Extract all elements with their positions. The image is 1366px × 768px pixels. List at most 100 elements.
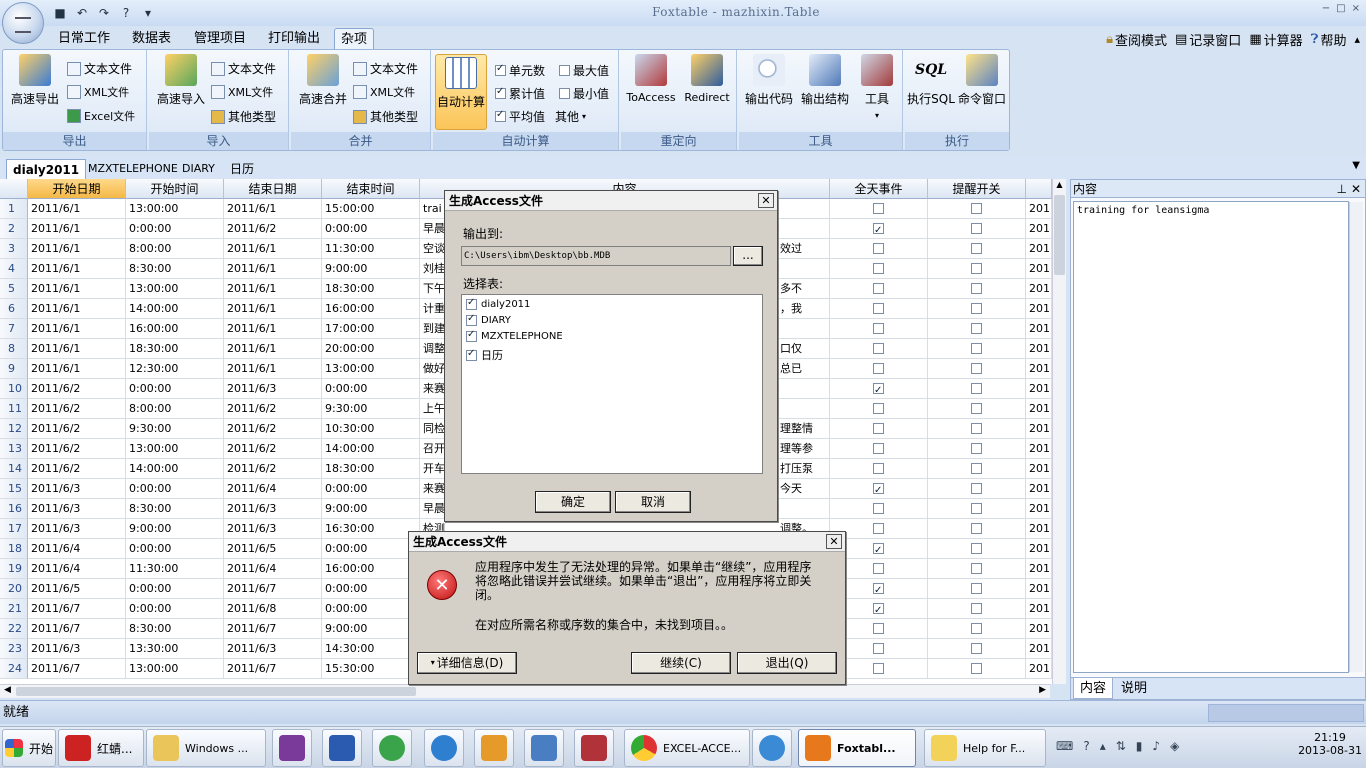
row-checkbox[interactable] [873,221,884,238]
grid-cell[interactable]: 2011/6/3 [28,479,126,499]
row-number[interactable]: 12 [0,419,28,439]
table-item-mzxtelephone[interactable]: MZXTELEPHONE [466,329,563,342]
grid-cell[interactable]: 0:00:00 [322,379,420,399]
grid-cell[interactable]: 2011/6/1 [224,279,322,299]
grid-cell[interactable]: 2011 [1026,459,1052,479]
row-checkbox[interactable] [873,523,884,534]
grid-cell[interactable]: 2011 [1026,399,1052,419]
row-checkbox[interactable] [873,243,884,254]
browse-button[interactable]: ... [733,246,763,266]
row-checkbox[interactable] [971,603,982,614]
grid-cell[interactable]: 11:30:00 [322,239,420,259]
grid-cell[interactable]: 2011 [1026,319,1052,339]
row-checkbox[interactable] [873,581,884,598]
average-checkbox[interactable] [495,109,506,122]
checkbox-cell[interactable] [928,239,1026,259]
check-min[interactable]: 最小值 [559,85,609,102]
start-button[interactable]: 开始 [2,729,56,767]
grid-cell[interactable]: 14:00:00 [322,439,420,459]
record-window-button[interactable]: ▤ 记录窗口 [1175,30,1241,49]
grid-cell[interactable]: 13:00:00 [322,359,420,379]
help-tray-icon[interactable]: ? [1083,739,1089,753]
row-checkbox[interactable] [971,563,982,574]
maximize-button[interactable]: □ [1336,3,1345,14]
taskbar-item-help[interactable]: Help for F... [924,729,1046,767]
row-number[interactable]: 23 [0,639,28,659]
close-icon[interactable]: ✕ [1351,180,1361,198]
cell-count-checkbox[interactable] [495,63,506,76]
grid-cell[interactable]: 2011 [1026,239,1052,259]
grid-cell[interactable]: 2011 [1026,359,1052,379]
grid-cell[interactable]: 2011/6/1 [224,239,322,259]
checkbox-cell[interactable] [928,459,1026,479]
row-checkbox[interactable] [971,423,982,434]
content-textbox[interactable]: training for leansigma [1073,201,1349,673]
checkbox-cell[interactable] [928,499,1026,519]
checkbox-cell[interactable] [830,499,928,519]
grid-cell[interactable]: 0:00:00 [322,219,420,239]
grid-cell[interactable]: 13:00:00 [126,199,224,219]
import-xml-button[interactable]: XML文件 [211,84,273,100]
grid-cell[interactable]: 8:00:00 [126,239,224,259]
checkbox-cell[interactable] [928,539,1026,559]
table-item-diary[interactable]: DIARY [466,313,511,326]
grid-cell[interactable]: 0:00:00 [126,579,224,599]
row-number[interactable]: 21 [0,599,28,619]
close-button[interactable]: × [1352,3,1360,14]
battery-icon[interactable]: ▮ [1136,739,1143,753]
grid-cell[interactable]: 2011 [1026,379,1052,399]
grid-cell[interactable]: 2011/6/3 [224,499,322,519]
row-checkbox[interactable] [971,543,982,554]
row-checkbox[interactable] [971,523,982,534]
col-header-end-time[interactable]: 结束时间 [322,179,420,199]
tools-dropdown-button[interactable]: 工具 ▾ [857,54,897,121]
content-scrollbar[interactable] [1349,202,1363,672]
checkbox-cell[interactable] [830,199,928,219]
row-number[interactable]: 3 [0,239,28,259]
row-checkbox[interactable] [873,541,884,558]
check-cumulative[interactable]: 累计值 [495,85,545,102]
checkbox-cell[interactable] [830,359,928,379]
grid-cell[interactable]: 18:30:00 [322,279,420,299]
grid-cell[interactable]: 2011/6/2 [224,419,322,439]
check-average[interactable]: 平均值 [495,108,545,125]
row-checkbox[interactable] [873,323,884,334]
grid-cell[interactable]: 9:00:00 [322,259,420,279]
grid-cell[interactable]: 15:30:00 [322,659,420,679]
grid-cell[interactable]: 2011/6/4 [28,539,126,559]
checkbox-cell[interactable] [928,339,1026,359]
grid-cell[interactable]: 20:00:00 [322,339,420,359]
grid-cell[interactable]: 2011/6/1 [28,219,126,239]
grid-cell[interactable]: 2011/6/3 [28,519,126,539]
sheet-tab-mzxtelephone[interactable]: MZXTELEPHONE [82,159,184,179]
grid-cell[interactable]: 0:00:00 [322,599,420,619]
grid-cell[interactable]: 0:00:00 [126,539,224,559]
checkbox-cell[interactable] [830,399,928,419]
grid-cell[interactable]: 16:00:00 [322,299,420,319]
row-checkbox[interactable] [873,663,884,674]
view-mode-button[interactable]: 🔒︎ 查阅模式 [1106,30,1167,49]
output-structure-button[interactable]: 输出结构 [799,54,851,107]
row-checkbox[interactable] [873,381,884,398]
row-number[interactable]: 19 [0,559,28,579]
checkbox-cell[interactable] [928,259,1026,279]
checkbox-cell[interactable] [830,479,928,499]
fast-import-button[interactable]: 高速导入 [155,54,207,107]
import-other-button[interactable]: 其他类型 [211,108,276,125]
grid-cell[interactable]: 2011/6/2 [28,419,126,439]
taskbar-cloud[interactable] [752,729,792,767]
grid-cell[interactable]: 8:30:00 [126,619,224,639]
taskbar-access[interactable] [574,729,614,767]
grid-cell[interactable]: 2011/6/4 [28,559,126,579]
tab-list-dropdown[interactable]: ▼ [1352,160,1360,171]
grid-horizontal-scrollbar[interactable]: ◀ ▶ [0,684,1050,698]
checkbox-cell[interactable] [928,199,1026,219]
row-checkbox[interactable] [971,663,982,674]
row-checkbox[interactable] [971,503,982,514]
security-icon[interactable]: ◈ [1170,739,1179,753]
row-checkbox[interactable] [873,623,884,634]
fast-export-button[interactable]: 高速导出 [9,54,61,107]
grid-cell[interactable]: 2011 [1026,559,1052,579]
row-number[interactable]: 15 [0,479,28,499]
grid-cell[interactable]: 2011/6/1 [28,319,126,339]
